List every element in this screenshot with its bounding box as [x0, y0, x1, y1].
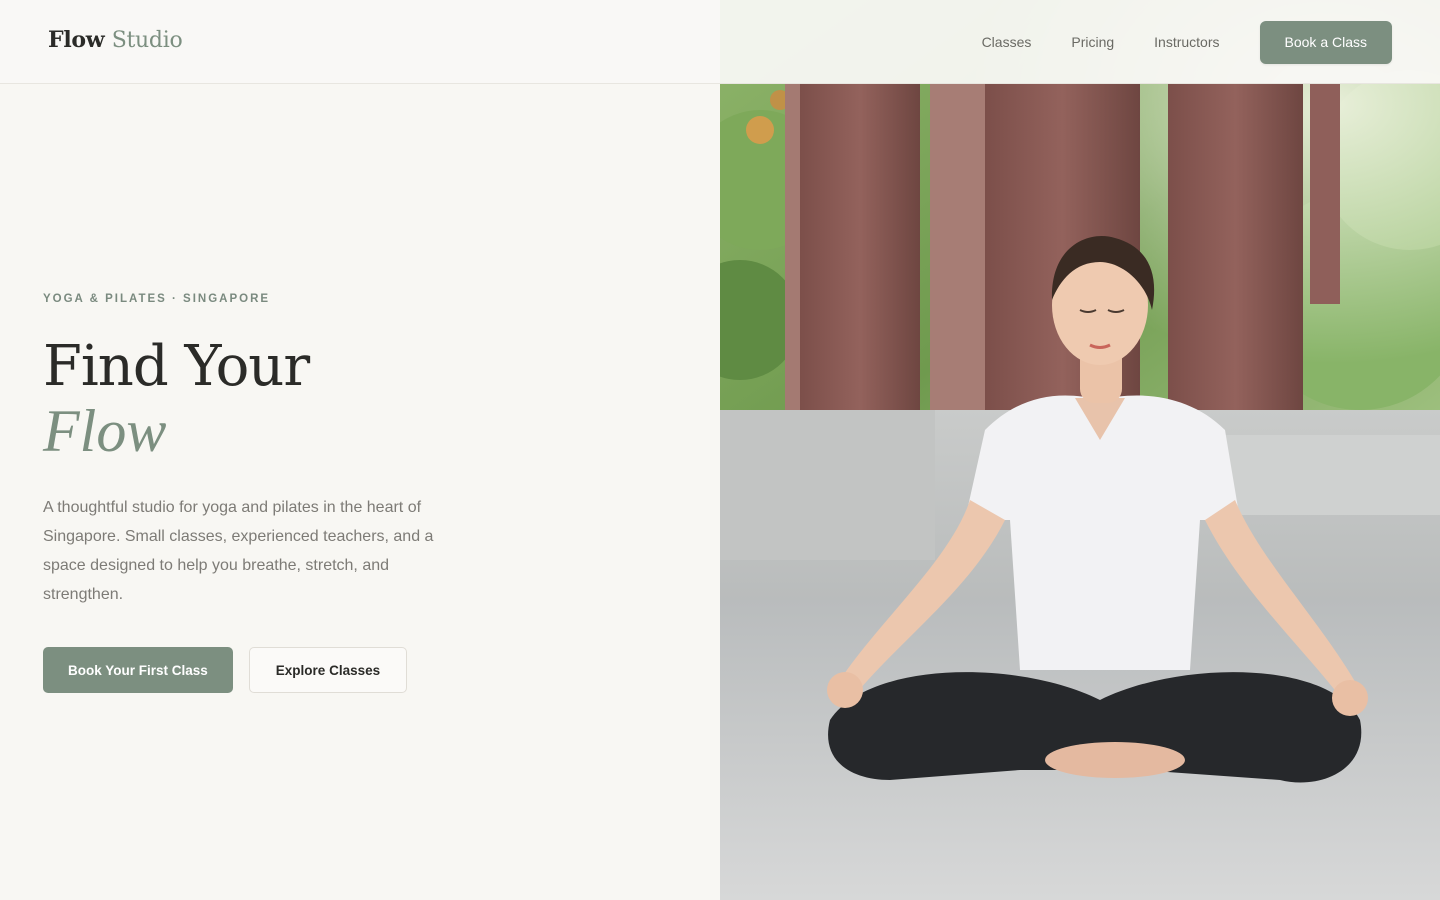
hero-eyebrow: YOGA & PILATES · SINGAPORE — [43, 293, 271, 305]
hero-content: YOGA & PILATES · SINGAPORE Find Your Flo… — [43, 293, 483, 693]
hero-description: A thoughtful studio for yoga and pilates… — [43, 499, 434, 603]
logo-primary: Flow — [48, 27, 105, 53]
book-first-class-button[interactable]: Book Your First Class — [43, 647, 233, 693]
hero-headline: Find Your Flow — [43, 334, 483, 464]
headline-line-2: Flow — [43, 398, 167, 464]
hero-image — [720, 0, 1440, 900]
nav-link-pricing[interactable]: Pricing — [1071, 34, 1114, 50]
nav-link-instructors[interactable]: Instructors — [1154, 34, 1219, 50]
explore-classes-button[interactable]: Explore Classes — [248, 647, 408, 693]
logo-accent: Studio — [111, 28, 183, 53]
main-nav: Classes Pricing Instructors Book a Class — [982, 20, 1392, 64]
book-class-button[interactable]: Book a Class — [1259, 20, 1392, 64]
logo[interactable]: Flow Studio — [48, 27, 183, 53]
site-header: Flow Studio Classes Pricing Instructors … — [0, 0, 1440, 84]
hero-cta-group: Book Your First Class Explore Classes — [43, 647, 483, 693]
headline-line-1: Find Your — [43, 334, 310, 399]
nav-link-classes[interactable]: Classes — [982, 34, 1032, 50]
